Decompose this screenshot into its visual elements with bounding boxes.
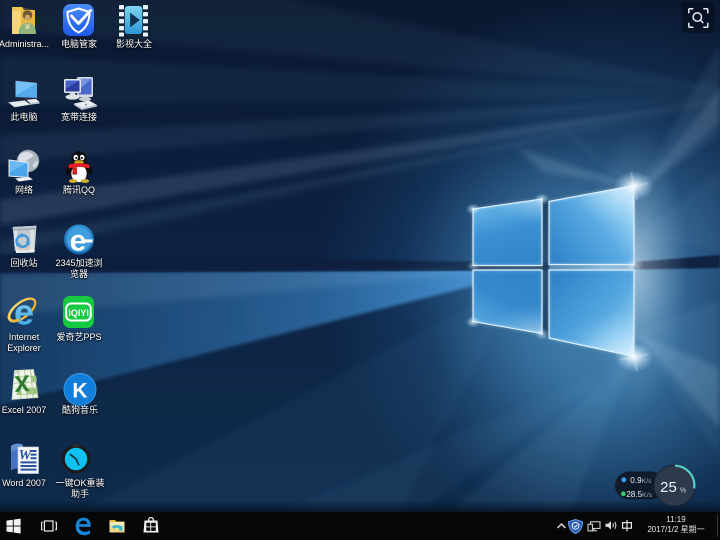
svg-text:e: e: [14, 295, 34, 329]
svg-text:iQIYI: iQIYI: [68, 308, 89, 318]
svg-text:%: %: [680, 488, 686, 495]
svg-text:25: 25: [660, 479, 677, 496]
svg-text:28.5K/s: 28.5K/s: [626, 490, 652, 499]
svg-text:0.9K/s: 0.9K/s: [630, 476, 652, 485]
svg-text:W: W: [19, 448, 33, 464]
svg-text:K: K: [72, 380, 87, 403]
